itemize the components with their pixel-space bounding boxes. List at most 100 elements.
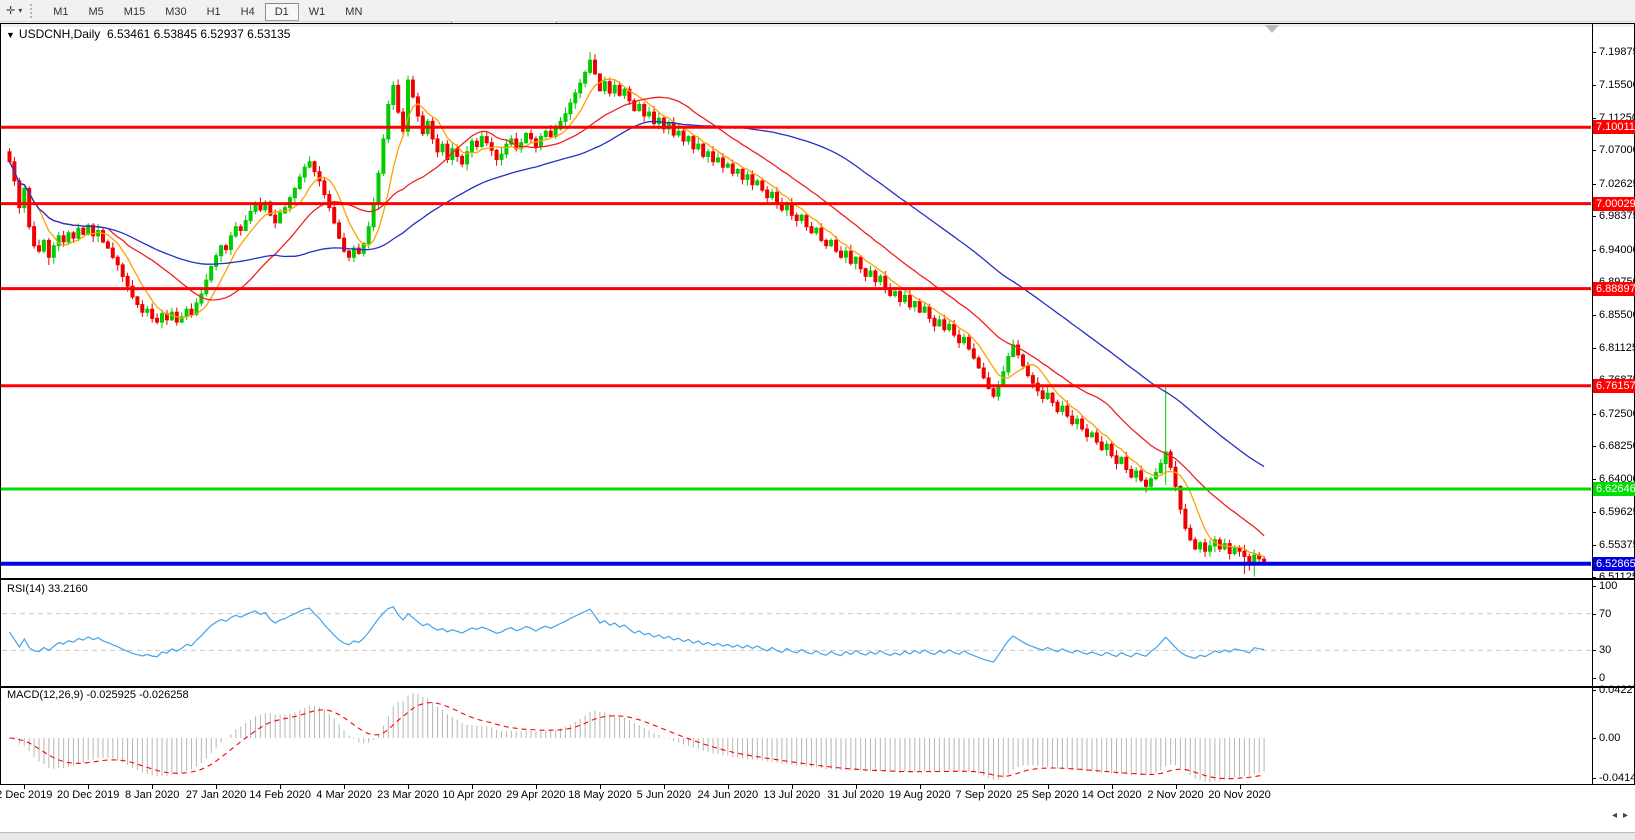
candle-body — [490, 143, 493, 151]
chart-window-top-border — [0, 23, 1635, 24]
candle-body — [225, 246, 228, 250]
candle-body — [1012, 345, 1015, 357]
candle-body — [411, 80, 414, 97]
candle-body — [234, 227, 237, 236]
price-tick-label: 6.94000 — [1599, 244, 1635, 256]
tab-scroll-left-icon[interactable]: ◂ — [1609, 810, 1620, 821]
price-line-tag: 6.88897 — [1593, 282, 1635, 296]
candle-body — [416, 97, 419, 116]
candle-body — [1115, 456, 1118, 464]
timeframe-button-h1[interactable]: H1 — [197, 3, 231, 21]
candle-body — [530, 134, 533, 139]
candle-body — [584, 72, 587, 83]
timeframe-buttons: M1M5M15M30H1H4D1W1MN — [43, 2, 372, 20]
candle-body — [1135, 471, 1138, 477]
candle-body — [933, 318, 936, 326]
candle-body — [471, 141, 474, 152]
date-label: 31 Jul 2020 — [827, 789, 884, 801]
candle-body — [229, 236, 232, 250]
candle-body — [298, 177, 301, 189]
toolbar-drag-handle[interactable] — [30, 4, 37, 18]
candle-body — [1110, 444, 1113, 456]
date-label: 20 Dec 2019 — [57, 789, 119, 801]
candle-body — [293, 189, 296, 198]
price-tick-label: 7.19875 — [1599, 46, 1635, 58]
macd-label: MACD(12,26,9) -0.025925 -0.026258 — [7, 689, 189, 701]
candle-body — [569, 103, 572, 114]
candle-body — [505, 144, 508, 154]
candle-body — [161, 314, 164, 322]
price-tick-label: 6.72500 — [1599, 408, 1635, 420]
candle-body — [136, 297, 139, 305]
date-label: 14 Feb 2020 — [249, 789, 311, 801]
candle-body — [992, 389, 995, 397]
candle-body — [1056, 402, 1059, 411]
candle-body — [215, 256, 218, 267]
toolbar-dropdown-caret-icon[interactable]: ▾ — [18, 6, 28, 15]
crosshair-tool-icon[interactable]: ✛ — [0, 4, 18, 17]
candle-body — [279, 213, 282, 223]
candle-body — [1233, 547, 1236, 553]
candle-body — [943, 320, 946, 330]
timeframe-button-m15[interactable]: M15 — [114, 3, 155, 21]
candle-body — [1194, 540, 1197, 549]
candle-body — [938, 320, 941, 326]
candle-body — [603, 82, 606, 91]
timeframe-button-m5[interactable]: M5 — [79, 3, 114, 21]
candle-body — [544, 131, 547, 136]
candle-body — [244, 221, 247, 231]
candle-body — [692, 137, 695, 149]
candle-body — [377, 173, 380, 204]
price-tick-label: 6.55375 — [1599, 539, 1635, 551]
candle-body — [106, 242, 109, 248]
candle-body — [77, 228, 80, 238]
candle-body — [894, 292, 897, 296]
timeframe-button-w1[interactable]: W1 — [299, 3, 336, 21]
macd-tick-label: 0.00 — [1599, 732, 1620, 744]
candle-body — [156, 318, 159, 322]
candle-body — [38, 246, 41, 251]
candle-body — [963, 337, 966, 342]
candle-body — [638, 105, 641, 111]
candle-body — [1130, 470, 1133, 478]
date-label: 2 Dec 2019 — [0, 789, 52, 801]
timeframe-button-mn[interactable]: MN — [335, 3, 372, 21]
symbol-dropdown-icon[interactable]: ▼ — [6, 30, 15, 40]
candle-body — [643, 105, 646, 117]
candle-body — [97, 231, 100, 236]
mt4-window: ✛ ▾ M1M5M15M30H1H4D1W1MN ▼USDCNH,Daily 6… — [0, 0, 1635, 840]
macd-pane-separator[interactable] — [0, 686, 1635, 688]
candle-body — [1100, 442, 1103, 450]
timeframe-button-m1[interactable]: M1 — [43, 3, 78, 21]
candle-body — [958, 335, 961, 343]
candle-body — [220, 246, 223, 256]
chart-plot-area[interactable] — [0, 0, 1592, 784]
candle-body — [977, 358, 980, 368]
tab-scroll-arrows: ◂▸ — [1609, 810, 1631, 821]
timeframe-button-d1[interactable]: D1 — [265, 3, 299, 21]
date-label: 19 Aug 2020 — [889, 789, 951, 801]
candle-body — [121, 265, 124, 277]
candle-body — [746, 175, 749, 180]
candle-body — [102, 231, 105, 243]
timeframe-button-m30[interactable]: M30 — [155, 3, 196, 21]
date-label: 13 Jul 2020 — [763, 789, 820, 801]
rsi-line — [10, 607, 1265, 662]
candle-body — [52, 246, 55, 257]
candle-body — [111, 248, 114, 257]
macd-tick-label: -0.04148 — [1599, 772, 1635, 784]
candle-body — [1086, 429, 1089, 437]
rsi-pane-separator[interactable] — [0, 578, 1635, 580]
candle-body — [864, 269, 867, 277]
candle-body — [1204, 543, 1207, 551]
candle-body — [333, 208, 336, 223]
candle-body — [343, 238, 346, 251]
candle-body — [972, 349, 975, 358]
candle-body — [736, 169, 739, 173]
candle-body — [387, 105, 390, 139]
timeframe-button-h4[interactable]: H4 — [231, 3, 265, 21]
tab-scroll-right-icon[interactable]: ▸ — [1620, 810, 1631, 821]
candle-body — [1184, 509, 1187, 528]
chart-shift-marker-icon[interactable] — [1265, 25, 1279, 33]
rsi-tick-label: 0 — [1599, 672, 1605, 684]
